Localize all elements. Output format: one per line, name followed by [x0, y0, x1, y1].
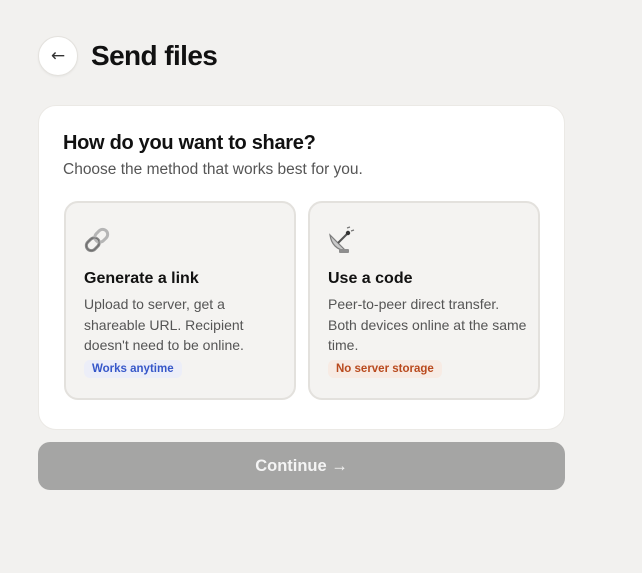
card-subtext: Choose the method that works best for yo…: [63, 161, 363, 178]
works-anytime-badge: Works anytime: [84, 360, 182, 378]
share-method-card: How do you want to share? Choose the met…: [38, 105, 565, 430]
link-icon: [84, 227, 110, 253]
page-title: Send files: [91, 40, 218, 71]
option-title: Generate a link: [84, 270, 199, 287]
page-header: ← Send files: [38, 36, 218, 76]
option-title: Use a code: [328, 270, 413, 287]
option-use-code[interactable]: Use a code Peer-to-peer direct transfer.…: [308, 201, 540, 400]
no-server-storage-badge: No server storage: [328, 360, 442, 378]
option-description: Peer-to-peer direct transfer. Both devic…: [328, 296, 527, 353]
continue-button[interactable]: Continue →: [38, 442, 565, 490]
back-button[interactable]: ←: [38, 36, 78, 76]
arrow-left-icon: ←: [50, 46, 66, 66]
card-question: How do you want to share?: [63, 132, 316, 154]
option-description: Upload to server, get a shareable URL. R…: [84, 296, 244, 353]
satellite-dish-icon: [329, 226, 355, 253]
option-generate-link[interactable]: Generate a link Upload to server, get a …: [64, 201, 296, 400]
